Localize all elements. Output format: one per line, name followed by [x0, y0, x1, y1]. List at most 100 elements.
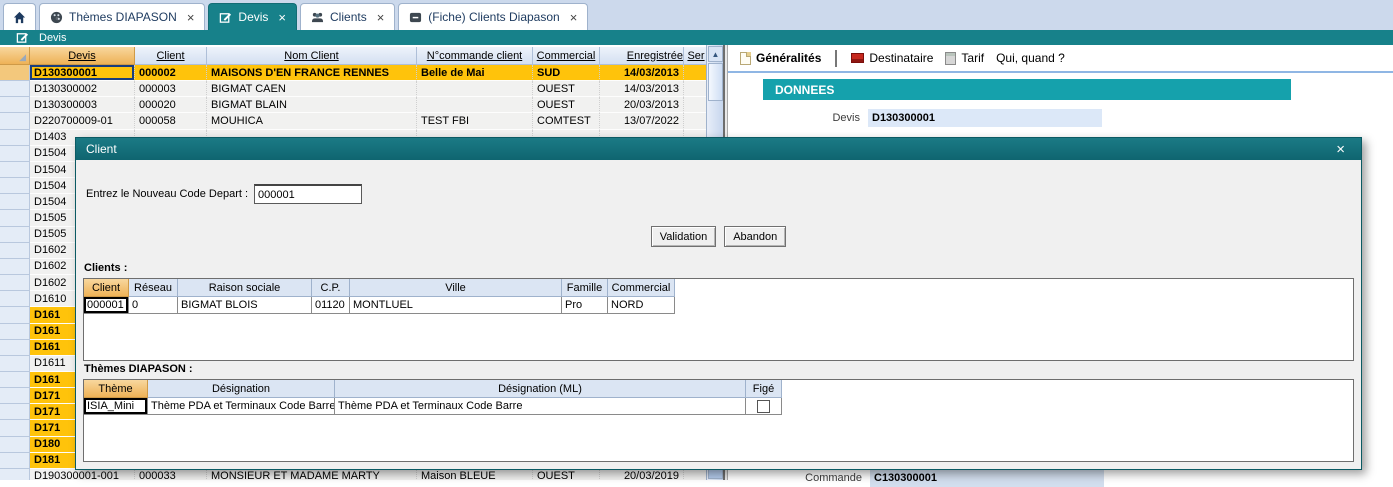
cell-devis[interactable]: D130300003 [30, 97, 135, 113]
clients-row[interactable]: 000001 0 BIGMAT BLOIS 01120 MONTLUEL Pro… [84, 297, 675, 314]
cell-sel[interactable] [0, 113, 30, 129]
close-icon[interactable]: × [187, 10, 195, 25]
select-all-corner[interactable]: ◢ [0, 47, 30, 65]
cell-client[interactable]: 000003 [135, 81, 207, 97]
validation-button[interactable]: Validation [651, 226, 717, 247]
cell-sel[interactable] [0, 130, 30, 146]
cell-date[interactable]: 13/07/2022 [600, 113, 684, 129]
cell-devis[interactable]: D130300002 [30, 81, 135, 97]
cell-cmd[interactable] [417, 97, 533, 113]
cell-ville[interactable]: MONTLUEL [350, 297, 562, 313]
cell-sel[interactable] [0, 194, 30, 210]
cell-cp[interactable]: 01120 [312, 297, 350, 313]
devis-field-value[interactable]: D130300001 [868, 109, 1102, 127]
cell-sel[interactable] [0, 259, 30, 275]
cell-sel[interactable] [0, 437, 30, 453]
cell-ser[interactable] [684, 65, 708, 81]
cell-com[interactable]: SUD [533, 65, 600, 81]
cell-devis[interactable]: D220700009-01 [30, 113, 135, 129]
cell-sel[interactable] [0, 275, 30, 291]
cell-sel[interactable] [0, 372, 30, 388]
cell-designation-ml[interactable]: Thème PDA et Terminaux Code Barre [335, 398, 746, 414]
cell-sel[interactable] [0, 420, 30, 436]
table-row[interactable]: D130300001000002MAISONS D'EN FRANCE RENN… [0, 65, 708, 81]
cell-sel[interactable] [0, 97, 30, 113]
close-icon[interactable]: × [278, 10, 286, 25]
col-reseau[interactable]: Réseau [129, 279, 178, 297]
commande-field-value[interactable]: C130300001 [870, 469, 1104, 487]
tab-themes-diapason[interactable]: Thèmes DIAPASON × [39, 3, 205, 30]
tab-devis[interactable]: Devis × [208, 3, 297, 30]
tab-destinataire[interactable]: Destinataire [849, 51, 935, 65]
cell-sel[interactable] [0, 146, 30, 162]
cell-sel[interactable] [0, 81, 30, 97]
cell-raison-sociale[interactable]: BIGMAT BLOIS [178, 297, 312, 313]
cell-sel[interactable] [0, 453, 30, 469]
tab-tarif[interactable]: Tarif [943, 51, 986, 65]
cell-com[interactable]: OUEST [533, 81, 600, 97]
close-icon[interactable]: × [377, 10, 385, 25]
cell-client[interactable]: 000020 [135, 97, 207, 113]
cell-sel[interactable] [0, 356, 30, 372]
themes-row[interactable]: ISIA_Mini Thème PDA et Terminaux Code Ba… [84, 398, 782, 415]
cell-nom[interactable]: MOUHICA [207, 113, 417, 129]
table-row[interactable]: D130300003000020BIGMAT BLAINOUEST20/03/2… [0, 97, 708, 113]
cell-sel[interactable] [0, 210, 30, 226]
cell-sel[interactable] [0, 469, 30, 480]
cell-cmd[interactable]: Belle de Mai [417, 65, 533, 81]
cell-nom[interactable]: MAISONS D'EN FRANCE RENNES [207, 65, 417, 81]
home-tab[interactable] [3, 3, 36, 30]
tab-clients[interactable]: Clients × [300, 3, 395, 30]
cell-devis[interactable]: D130300001 [30, 65, 135, 81]
scrollbar-thumb[interactable] [708, 63, 723, 101]
cell-sel[interactable] [0, 340, 30, 356]
table-row[interactable]: D220700009-01000058MOUHICATEST FBICOMTES… [0, 113, 708, 129]
column-header-commercial[interactable]: Commercial [533, 47, 600, 65]
cell-sel[interactable] [0, 388, 30, 404]
column-header-commande-client[interactable]: N°commande client [417, 47, 533, 65]
cell-reseau[interactable]: 0 [129, 297, 178, 313]
cell-client[interactable]: 000058 [135, 113, 207, 129]
close-icon[interactable]: × [570, 10, 578, 25]
cell-client[interactable]: 000001 [84, 297, 129, 313]
cell-nom[interactable]: BIGMAT CAEN [207, 81, 417, 97]
column-header-enregistree[interactable]: Enregistrée [600, 47, 684, 65]
cell-date[interactable]: 20/03/2013 [600, 97, 684, 113]
cell-sel[interactable] [0, 162, 30, 178]
cell-commercial[interactable]: NORD [608, 297, 675, 313]
cell-client[interactable]: 000002 [135, 65, 207, 81]
col-designation[interactable]: Désignation [148, 380, 335, 398]
cell-ser[interactable] [684, 97, 708, 113]
col-client[interactable]: Client [84, 279, 129, 297]
cell-sel[interactable] [0, 243, 30, 259]
new-code-input[interactable] [254, 184, 362, 204]
tab-fiche-clients-diapason[interactable]: (Fiche) Clients Diapason × [398, 3, 588, 30]
column-header-nom-client[interactable]: Nom Client [207, 47, 417, 65]
cell-sel[interactable] [0, 324, 30, 340]
col-designation-ml[interactable]: Désignation (ML) [335, 380, 746, 398]
scroll-up-icon[interactable]: ▲ [708, 46, 723, 62]
cell-nom[interactable]: BIGMAT BLAIN [207, 97, 417, 113]
column-header-client[interactable]: Client [135, 47, 207, 65]
cell-designation[interactable]: Thème PDA et Terminaux Code Barre [148, 398, 335, 414]
col-cp[interactable]: C.P. [312, 279, 350, 297]
column-header-devis[interactable]: Devis [30, 47, 135, 65]
col-famille[interactable]: Famille [562, 279, 608, 297]
cell-cmd[interactable] [417, 81, 533, 97]
tab-qui-quand[interactable]: Qui, quand ? [994, 51, 1067, 65]
close-icon[interactable]: × [1330, 141, 1351, 158]
col-fige[interactable]: Figé [746, 380, 782, 398]
cell-date[interactable]: 14/03/2013 [600, 65, 684, 81]
cell-ser[interactable] [684, 81, 708, 97]
cell-cmd[interactable]: TEST FBI [417, 113, 533, 129]
cell-theme[interactable]: ISIA_Mini [84, 398, 148, 414]
fige-checkbox[interactable] [757, 400, 770, 413]
col-ville[interactable]: Ville [350, 279, 562, 297]
cell-sel[interactable] [0, 404, 30, 420]
col-commercial[interactable]: Commercial [608, 279, 675, 297]
column-header-ser[interactable]: Ser [684, 47, 708, 65]
cell-ser[interactable] [684, 113, 708, 129]
table-row[interactable]: D130300002000003BIGMAT CAENOUEST14/03/20… [0, 81, 708, 97]
cell-sel[interactable] [0, 227, 30, 243]
col-raison-sociale[interactable]: Raison sociale [178, 279, 312, 297]
